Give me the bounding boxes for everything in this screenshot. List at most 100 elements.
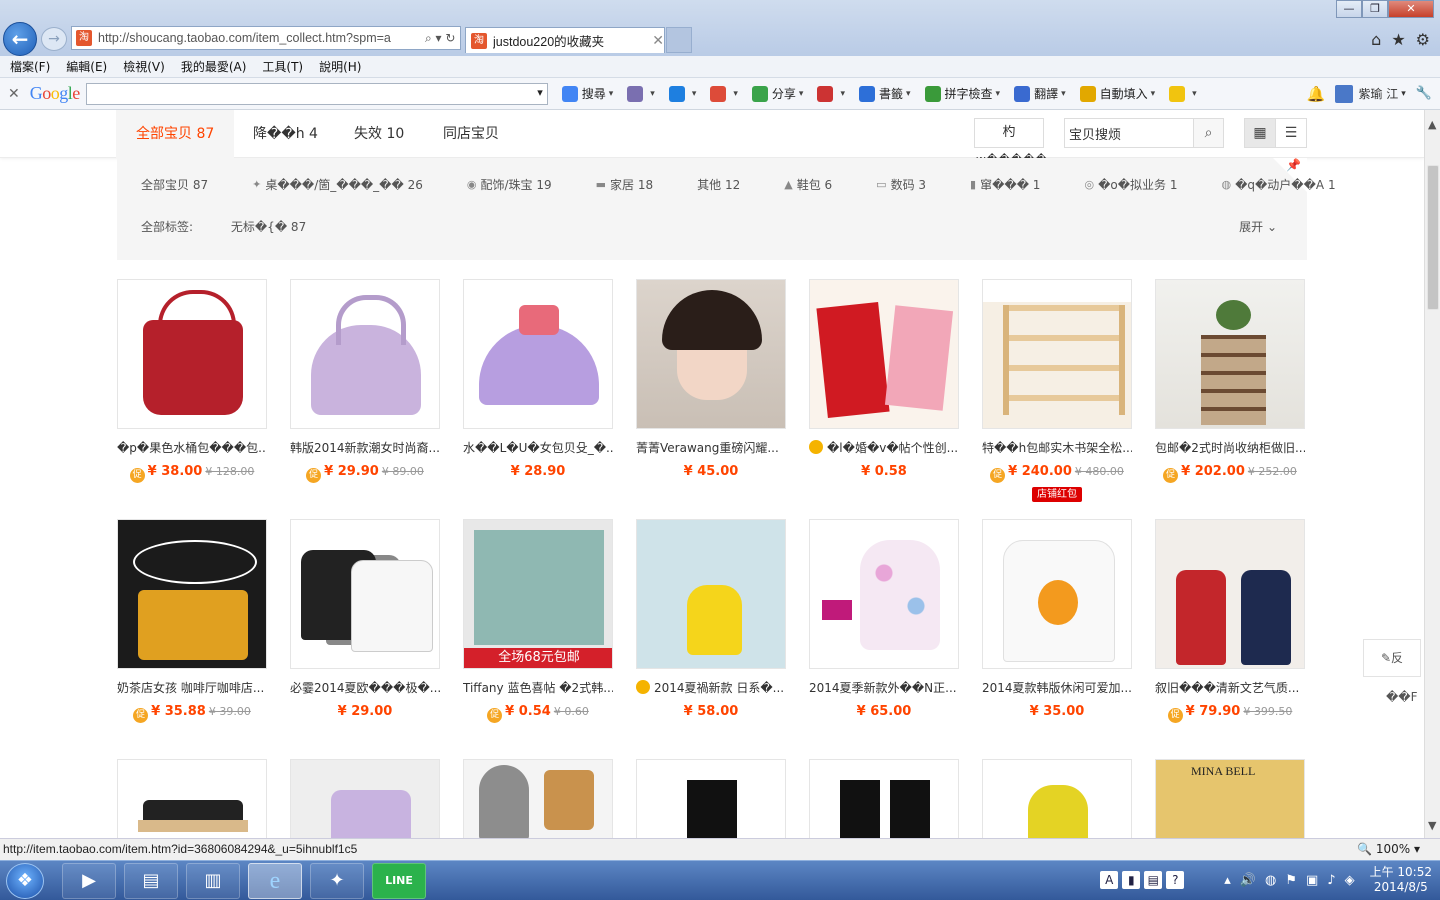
product-image[interactable]	[982, 279, 1132, 429]
product-image[interactable]	[809, 519, 959, 669]
item-search-input[interactable]	[1065, 119, 1195, 147]
ime-button[interactable]: ▤	[1144, 871, 1163, 889]
filter-category-6[interactable]: ▭ 数码 3	[876, 176, 948, 193]
ime-button[interactable]: A	[1100, 871, 1119, 889]
product-card[interactable]	[636, 759, 786, 838]
new-tab-button[interactable]	[666, 27, 692, 53]
tab-all-items[interactable]: 全部宝贝 87	[116, 110, 235, 158]
tab-price-drop[interactable]: 降��h 4	[233, 110, 338, 158]
toolbar-tool-6[interactable]: 書籤 ▾	[858, 85, 911, 102]
product-title[interactable]: 水��L�U�女包贝殳_�...	[463, 440, 613, 456]
product-image[interactable]	[463, 519, 613, 669]
product-card[interactable]: �l�婚�v�帖个性创... ¥ 0.58	[809, 279, 959, 479]
product-image[interactable]	[290, 279, 440, 429]
taskbar-internet-explorer-icon[interactable]: e	[248, 863, 302, 899]
product-image[interactable]	[809, 759, 959, 838]
filter-category-8[interactable]: ◎ �o�拟业务 1	[1084, 176, 1199, 193]
vertical-scrollbar[interactable]: ▲ ▼	[1424, 110, 1440, 838]
product-image[interactable]	[117, 759, 267, 838]
product-card[interactable]: 菁菁Verawang重磅闪耀... ¥ 45.00	[636, 279, 786, 479]
product-image[interactable]	[1155, 519, 1305, 669]
feedback-button[interactable]: ✎反	[1363, 639, 1421, 677]
product-card[interactable]: 2014夏季新款外��N正... ¥ 65.00	[809, 519, 959, 719]
product-card[interactable]	[463, 759, 613, 838]
product-card[interactable]: �p�果色水桶包���包... 促 ¥ 38.00 ¥ 128.00	[117, 279, 267, 483]
taskbar-media-player-icon[interactable]: ▶	[62, 863, 116, 899]
product-title[interactable]: 2014夏禍新款 日系�...	[636, 680, 786, 696]
browser-tab[interactable]: 淘 justdou220的收藏夹 ✕	[465, 27, 665, 53]
toolbar-tool-9[interactable]: 自動填入 ▾	[1079, 85, 1156, 102]
tray-icon[interactable]: ◍	[1265, 873, 1276, 888]
product-image[interactable]	[982, 519, 1132, 669]
product-title[interactable]: 奶茶店女孩 咖啡厅咖啡店...	[117, 680, 267, 696]
dropdown-arrow-icon[interactable]: ▾	[1192, 89, 1197, 99]
toolbar-tool-5[interactable]: ▾	[817, 85, 845, 102]
product-title[interactable]: 特��h包邮实木书架全松...	[982, 440, 1132, 456]
menu-tools[interactable]: 工具(T)	[262, 58, 303, 75]
scroll-thumb[interactable]	[1427, 165, 1439, 310]
favorites-star-icon[interactable]: ★	[1391, 30, 1405, 49]
filter-category-9[interactable]: ◍ �q�动户��A 1	[1221, 176, 1357, 193]
product-title[interactable]: 包邮�2式时尚收纳柜做旧...	[1155, 440, 1305, 456]
product-card[interactable]	[809, 759, 959, 838]
tools-gear-icon[interactable]: ⚙	[1416, 30, 1430, 49]
google-user[interactable]: 🔔 紫瑜 江 ▾ 🔧	[1307, 84, 1432, 103]
product-title[interactable]: 2014夏季新款外��N正...	[809, 680, 959, 696]
pin-icon[interactable]: 📌	[1286, 158, 1301, 172]
toolbar-tool-10[interactable]: ▾	[1169, 85, 1197, 102]
product-image[interactable]	[982, 759, 1132, 838]
start-button[interactable]: ❖	[6, 863, 44, 899]
product-title[interactable]: 菁菁Verawang重磅闪耀...	[636, 440, 786, 456]
ime-button[interactable]: ▮	[1122, 871, 1141, 889]
product-image[interactable]	[809, 279, 959, 429]
dropdown-arrow-icon[interactable]: ▾	[1151, 89, 1156, 99]
notification-bell-icon[interactable]: 🔔	[1307, 85, 1326, 103]
dropdown-arrow-icon[interactable]: ▾	[733, 89, 738, 99]
product-card[interactable]: 叙旧���清新文艺气质... 促 ¥ 79.90 ¥ 399.50	[1155, 519, 1305, 723]
toolbar-tool-0[interactable]: 搜尋 ▾	[561, 85, 613, 102]
menu-help[interactable]: 說明(H)	[319, 58, 361, 75]
filter-category-2[interactable]: ◉ 配饰/珠宝 19	[467, 176, 574, 193]
tray-icon[interactable]: ◈	[1345, 873, 1355, 888]
dropdown-arrow-icon[interactable]: ▾	[650, 89, 655, 99]
product-card[interactable]: 2014夏款韩版休闲可爱加... ¥ 35.00	[982, 519, 1132, 719]
tray-icon[interactable]: ♪	[1327, 873, 1335, 888]
forward-button[interactable]: →	[41, 27, 67, 51]
toolbar-tool-2[interactable]: ▾	[668, 85, 697, 102]
product-title[interactable]: 必霎2014夏欧���极�...	[290, 680, 440, 696]
address-bar[interactable]: 淘 http://shoucang.taobao.com/item_collec…	[71, 26, 461, 50]
maximize-button[interactable]: ❐	[1362, 0, 1388, 18]
product-title[interactable]: 2014夏款韩版休闲可爱加...	[982, 680, 1132, 696]
back-button[interactable]: ←	[3, 22, 37, 56]
tray-icon[interactable]: ▴	[1224, 873, 1231, 888]
toolbar-tool-8[interactable]: 翻譯 ▾	[1014, 85, 1066, 102]
dropdown-arrow-icon[interactable]: ▾	[906, 89, 911, 99]
filter-category-5[interactable]: ▲ 鞋包 6	[784, 176, 854, 193]
toolbar-close-icon[interactable]: ✕	[8, 86, 20, 102]
product-card[interactable]: 包邮�2式时尚收纳柜做旧... 促 ¥ 202.00 ¥ 252.00	[1155, 279, 1305, 483]
scroll-up-icon[interactable]: ▲	[1428, 118, 1436, 131]
taskbar-file-explorer-icon[interactable]: ▤	[124, 863, 178, 899]
product-card[interactable]: 特��h包邮实木书架全松... 促 ¥ 240.00 ¥ 480.00 店铺红包	[982, 279, 1132, 502]
tab-close-icon[interactable]: ✕	[652, 33, 664, 49]
dropdown-arrow-icon[interactable]: ▾	[840, 89, 845, 99]
product-card[interactable]: 水��L�U�女包贝殳_�... ¥ 28.90	[463, 279, 613, 479]
expand-button[interactable]: 展开 ⌄	[1239, 218, 1277, 235]
tray-icon[interactable]: ⚑	[1285, 873, 1297, 888]
product-image[interactable]	[290, 519, 440, 669]
filter-category-4[interactable]: 其他 12	[697, 176, 762, 193]
toolbar-tool-3[interactable]: ▾	[710, 85, 738, 102]
product-image[interactable]	[290, 759, 440, 838]
taskbar-network-app-icon[interactable]: ✦	[310, 863, 364, 899]
filter-category-3[interactable]: ▬ 家居 18	[596, 176, 676, 193]
wrench-icon[interactable]: 🔧	[1416, 86, 1432, 101]
dropdown-arrow-icon[interactable]: ▾	[692, 89, 697, 99]
minimize-button[interactable]: —	[1336, 0, 1362, 18]
tab-expired[interactable]: 失效 10	[334, 110, 424, 158]
product-image[interactable]	[463, 759, 613, 838]
taskbar-folder-icon[interactable]: ▥	[186, 863, 240, 899]
product-image[interactable]	[117, 519, 267, 669]
dropdown-arrow-icon[interactable]: ▾	[996, 89, 1001, 99]
menu-file[interactable]: 檔案(F)	[10, 58, 50, 75]
product-card[interactable]	[1155, 759, 1305, 838]
